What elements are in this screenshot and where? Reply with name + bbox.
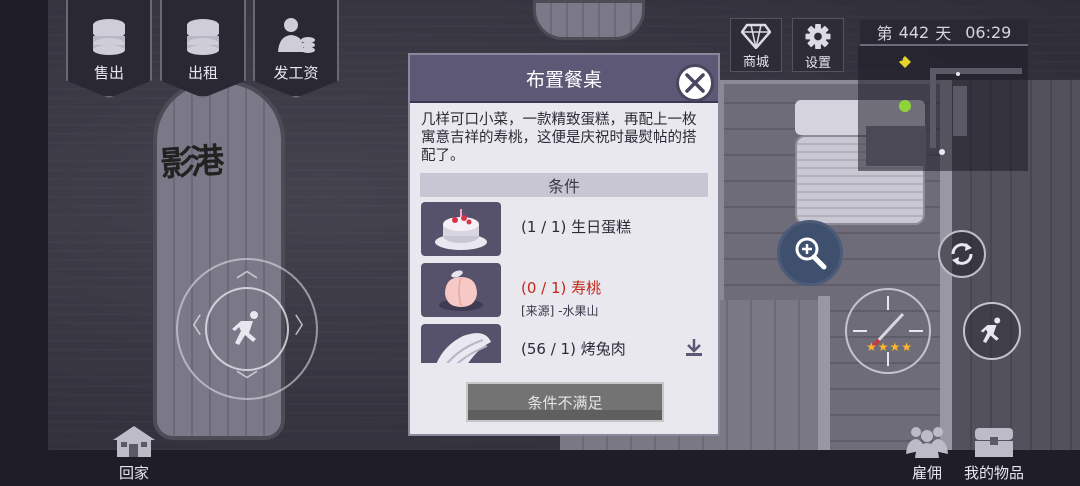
zoom-in-icon bbox=[795, 237, 827, 270]
coin-stack-icon bbox=[89, 16, 129, 56]
minimap-level: 3 bbox=[898, 54, 904, 64]
refresh-icon bbox=[951, 243, 973, 265]
roast-rabbit-icon bbox=[421, 324, 501, 363]
dialog-header: 布置餐桌 bbox=[410, 55, 718, 103]
rent-label: 出租 bbox=[187, 64, 218, 82]
coin-stack-icon bbox=[183, 16, 223, 56]
submit-button[interactable]: 条件不满足 bbox=[466, 382, 664, 422]
submit-label: 条件不满足 bbox=[527, 393, 603, 412]
my-items-label: 我的物品 bbox=[963, 464, 1024, 482]
sell-label: 售出 bbox=[93, 64, 124, 82]
shop-label: 商城 bbox=[742, 55, 769, 70]
treasure-chest-icon bbox=[975, 428, 1013, 457]
minimap-graphic bbox=[866, 56, 1022, 166]
minimap[interactable]: 3 bbox=[858, 46, 1028, 171]
condition-name: 寿桃 bbox=[571, 279, 602, 297]
condition-list[interactable]: (1 / 1) 生日蛋糕 (0 / 1) 寿桃 [来源] -水果山 (56 / … bbox=[418, 200, 712, 363]
crosshair-sword-icon bbox=[853, 296, 923, 366]
dialog-description: 几样可口小菜，一款精致蛋糕，再配上一枚寓意吉祥的寿桃，这便是庆祝时最熨帖的搭配了… bbox=[421, 112, 697, 164]
star-rating: ★★★★ bbox=[866, 340, 914, 354]
joystick-right-arrow: 〉 bbox=[294, 314, 317, 339]
condition-item[interactable]: (1 / 1) 生日蛋糕 bbox=[418, 200, 712, 261]
hire-button[interactable]: 雇佣 bbox=[902, 424, 952, 483]
pay-wages-button[interactable]: 发工资 bbox=[253, 0, 339, 98]
map-sign: 影港 bbox=[158, 140, 222, 186]
running-man-icon bbox=[232, 311, 258, 345]
gear-icon bbox=[805, 23, 831, 50]
left-wall bbox=[0, 0, 48, 486]
condition-name: 生日蛋糕 bbox=[571, 218, 632, 236]
my-items-button[interactable]: 我的物品 bbox=[962, 424, 1026, 483]
condition-text: (1 / 1) 生日蛋糕 bbox=[521, 216, 631, 237]
condition-name: 烤兔肉 bbox=[580, 340, 626, 358]
day-prefix: 第 bbox=[876, 24, 893, 43]
birthday-cake-icon bbox=[421, 202, 501, 256]
close-icon bbox=[685, 73, 705, 93]
hire-label: 雇佣 bbox=[911, 464, 942, 482]
scroll-down-icon[interactable] bbox=[684, 337, 704, 361]
joystick-down-arrow: ﹀ bbox=[236, 370, 259, 395]
set-table-dialog: 布置餐桌 几样可口小菜，一款精致蛋糕，再配上一枚寓意吉祥的寿桃，这便是庆祝时最熨… bbox=[408, 53, 720, 436]
settings-button[interactable]: 设置 bbox=[792, 18, 844, 72]
joystick-knob[interactable] bbox=[205, 287, 289, 371]
running-man-icon bbox=[980, 317, 1001, 343]
day-number: 442 bbox=[898, 22, 930, 42]
diamond-icon bbox=[741, 23, 771, 49]
condition-item[interactable]: (0 / 1) 寿桃 [来源] -水果山 bbox=[418, 261, 712, 322]
shop-button[interactable]: 商城 bbox=[730, 18, 782, 72]
boat-top bbox=[533, 0, 645, 40]
day-time-display: 第 442 天 06:29 bbox=[860, 20, 1028, 46]
go-home-button[interactable]: 回家 bbox=[108, 424, 160, 483]
refresh-button[interactable] bbox=[938, 230, 986, 278]
clock-time: 06:29 bbox=[965, 22, 1012, 42]
condition-item[interactable]: (56 / 1) 烤兔肉 bbox=[418, 322, 712, 363]
condition-source: [来源] -水果山 bbox=[521, 304, 599, 318]
house-icon bbox=[113, 426, 155, 457]
attack-button[interactable] bbox=[845, 288, 931, 374]
joystick-up-arrow: ︿ bbox=[236, 258, 259, 283]
longevity-peach-icon bbox=[421, 263, 501, 317]
conditions-header: 条件 bbox=[420, 173, 708, 197]
day-suffix: 天 bbox=[935, 24, 952, 43]
condition-progress: (0 / 1) bbox=[521, 279, 567, 297]
zoom-button[interactable] bbox=[777, 220, 843, 286]
condition-progress: (56 / 1) bbox=[521, 340, 576, 358]
condition-progress: (1 / 1) bbox=[521, 218, 567, 236]
go-home-label: 回家 bbox=[118, 464, 149, 482]
settings-label: 设置 bbox=[804, 56, 831, 71]
joystick-left-arrow: 〈 bbox=[180, 314, 203, 339]
sprint-button[interactable] bbox=[963, 302, 1021, 360]
pay-worker-icon bbox=[276, 16, 316, 56]
dialog-title: 布置餐桌 bbox=[525, 68, 602, 91]
people-group-icon bbox=[906, 427, 948, 458]
sell-button[interactable]: 售出 bbox=[66, 0, 152, 98]
condition-text-unmet: (0 / 1) 寿桃 bbox=[521, 277, 601, 298]
close-button[interactable] bbox=[676, 64, 714, 102]
condition-text: (56 / 1) 烤兔肉 bbox=[521, 338, 626, 359]
rent-button[interactable]: 出租 bbox=[160, 0, 246, 98]
pay-wages-label: 发工资 bbox=[273, 64, 319, 82]
